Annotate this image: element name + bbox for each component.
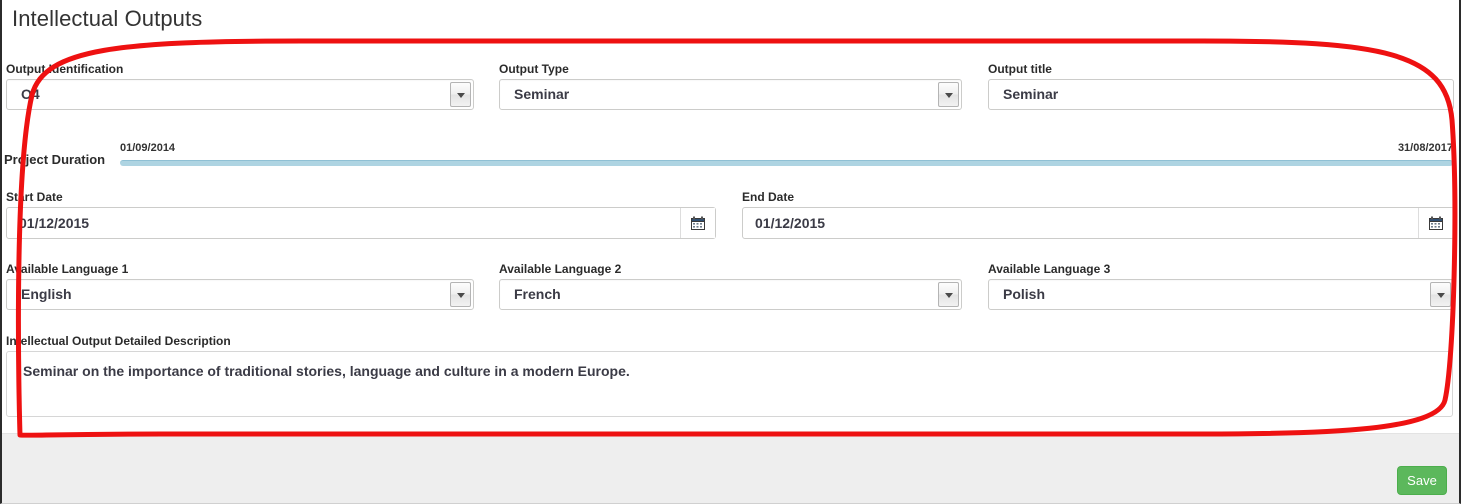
page-title: Intellectual Outputs — [12, 6, 203, 31]
intellectual-outputs-page: Intellectual Outputs Output Identificati… — [0, 0, 1461, 504]
available-language-3-value: Polish — [1003, 286, 1046, 302]
form-footer: Save — [2, 433, 1459, 503]
field-available-language-1: Available Language 1 English — [6, 262, 474, 310]
project-duration-track[interactable] — [120, 160, 1453, 166]
start-date-value: 01/12/2015 — [19, 215, 90, 231]
end-date-value: 01/12/2015 — [755, 215, 826, 231]
project-duration-slider[interactable]: 01/09/2014 31/08/2017 — [120, 140, 1453, 180]
available-language-1-select[interactable]: English — [6, 279, 474, 310]
project-duration-end-tooltip: 31/08/2017 — [1397, 142, 1453, 154]
available-language-2-value: French — [514, 286, 561, 302]
output-identification-value: O4 — [21, 86, 40, 102]
output-type-label: Output Type — [499, 62, 569, 76]
form-row-identification: Output Identification O4 Output Type Sem… — [2, 62, 1459, 114]
field-output-identification: Output Identification O4 — [6, 62, 474, 110]
output-title-label: Output title — [988, 62, 1052, 76]
available-language-1-value: English — [21, 286, 72, 302]
chevron-down-icon[interactable] — [938, 82, 959, 107]
description-label: Intellectual Output Detailed Description — [6, 334, 231, 348]
output-identification-label: Output Identification — [6, 62, 124, 76]
end-date-label: End Date — [742, 190, 795, 204]
field-output-type: Output Type Seminar — [499, 62, 962, 110]
chevron-down-icon[interactable] — [938, 282, 959, 307]
start-date-input-group[interactable]: 01/12/2015 — [6, 207, 716, 239]
field-available-language-2: Available Language 2 French — [499, 262, 962, 310]
save-button[interactable]: Save — [1397, 466, 1447, 495]
chevron-down-icon[interactable] — [450, 82, 471, 107]
start-date-label: Start Date — [6, 190, 63, 204]
output-identification-select[interactable]: O4 — [6, 79, 474, 110]
available-language-3-select[interactable]: Polish — [988, 279, 1454, 310]
chevron-down-icon[interactable] — [450, 282, 471, 307]
form-row-description: Intellectual Output Detailed Description… — [2, 334, 1459, 424]
available-language-2-label: Available Language 2 — [499, 262, 622, 276]
form-row-languages: Available Language 1 English Available L… — [2, 262, 1459, 314]
field-output-title: Output title Seminar — [988, 62, 1454, 110]
field-description: Intellectual Output Detailed Description… — [6, 334, 1453, 417]
project-duration-start-tooltip: 01/09/2014 — [120, 142, 176, 154]
form-row-dates: Start Date 01/12/2015 End Date 01/12/201… — [2, 190, 1459, 244]
form-row-project-duration: Project Duration 01/09/2014 31/08/2017 — [2, 140, 1459, 182]
field-end-date: End Date 01/12/2015 — [742, 190, 1454, 239]
field-available-language-3: Available Language 3 Polish — [988, 262, 1454, 310]
field-start-date: Start Date 01/12/2015 — [6, 190, 716, 239]
description-value: Seminar on the importance of traditional… — [23, 363, 630, 379]
output-title-input[interactable]: Seminar — [988, 79, 1454, 110]
chevron-down-icon[interactable] — [1430, 282, 1451, 307]
output-title-value: Seminar — [1003, 86, 1059, 102]
end-date-input-group[interactable]: 01/12/2015 — [742, 207, 1454, 239]
intellectual-output-form: Output Identification O4 Output Type Sem… — [2, 40, 1459, 433]
output-type-value: Seminar — [514, 86, 570, 102]
description-textarea[interactable]: Seminar on the importance of traditional… — [6, 351, 1453, 417]
calendar-icon[interactable] — [680, 208, 715, 238]
available-language-2-select[interactable]: French — [499, 279, 962, 310]
available-language-1-label: Available Language 1 — [6, 262, 129, 276]
output-type-select[interactable]: Seminar — [499, 79, 962, 110]
available-language-3-label: Available Language 3 — [988, 262, 1111, 276]
project-duration-label: Project Duration — [4, 152, 106, 167]
calendar-icon[interactable] — [1418, 208, 1453, 238]
